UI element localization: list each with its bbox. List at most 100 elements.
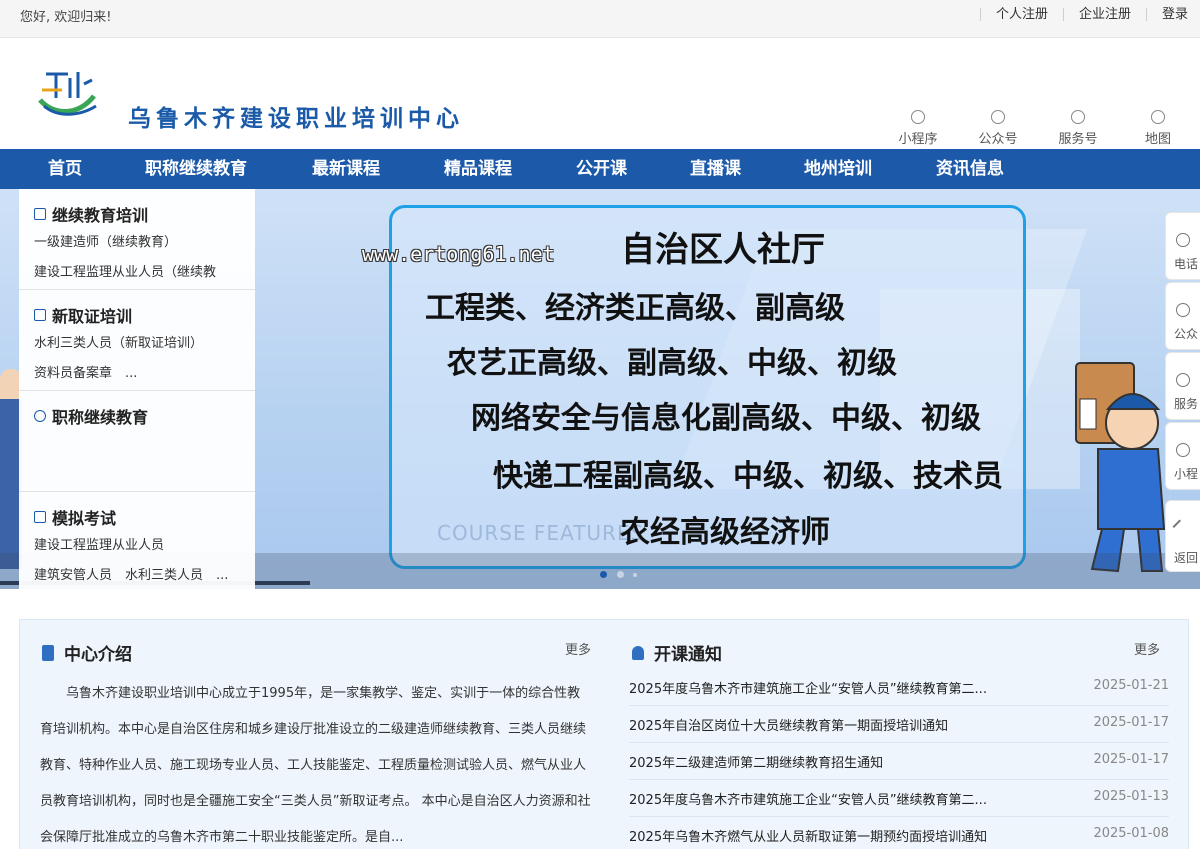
notice-header: 开课通知 bbox=[632, 640, 722, 665]
notice-title: 开课通知 bbox=[654, 645, 722, 665]
clipboard-icon bbox=[34, 511, 46, 523]
banner-line: 工程类、经济类正高级、副高级 bbox=[425, 291, 845, 326]
notice-item[interactable]: 2025年自治区岗位十大员继续教育第一期面授培训通知 2025-01-17 bbox=[629, 706, 1169, 743]
nav-latest-courses[interactable]: 最新课程 bbox=[312, 149, 380, 189]
quick-link-label: 地图 bbox=[1144, 132, 1171, 147]
wechat-service-icon bbox=[1071, 110, 1085, 124]
notice-item-date: 2025-01-13 bbox=[1093, 789, 1169, 804]
notice-item-date: 2025-01-17 bbox=[1093, 715, 1169, 730]
content-section: 中心介绍 更多 乌鲁木齐建设职业培训中心成立于1995年，是一家集教学、鉴定、实… bbox=[19, 619, 1189, 849]
intro-title: 中心介绍 bbox=[64, 645, 132, 665]
side-category-menu: 继续教育培训 一级建造师（继续教育） 建设工程监理从业人员（继续教 新取证培训 … bbox=[19, 189, 255, 593]
personal-register-link[interactable]: 个人注册 bbox=[979, 7, 1063, 21]
account-links: 个人注册 企业注册 登录 bbox=[979, 0, 1200, 28]
nav-home[interactable]: 首页 bbox=[48, 149, 82, 189]
notice-list: 2025年度乌鲁木齐市建筑施工企业“安管人员”继续教育第二... 2025-01… bbox=[629, 669, 1169, 849]
notice-item-date: 2025-01-08 bbox=[1093, 826, 1169, 841]
nav-regional-training[interactable]: 地州培训 bbox=[804, 149, 872, 189]
quick-link-label: 服务号 bbox=[1058, 132, 1098, 147]
intro-more-link[interactable]: 更多 bbox=[565, 639, 591, 658]
top-bar: 您好, 欢迎归来! 个人注册 企业注册 登录 bbox=[0, 0, 1200, 38]
quick-link-service[interactable]: 服务号 bbox=[1048, 110, 1108, 147]
main-nav: 首页 职称继续教育 最新课程 精品课程 公开课 直播课 地州培训 资讯信息 bbox=[0, 149, 1200, 189]
quick-link-mini-program[interactable]: 小程序 bbox=[888, 110, 948, 147]
nav-news[interactable]: 资讯信息 bbox=[936, 149, 1004, 189]
map-pin-icon bbox=[1151, 110, 1165, 124]
notice-item[interactable]: 2025年乌鲁木齐燃气从业人员新取证第一期预约面授培训通知 2025-01-08 bbox=[629, 817, 1169, 849]
notice-item-title[interactable]: 2025年度乌鲁木齐市建筑施工企业“安管人员”继续教育第二... bbox=[629, 678, 1009, 697]
float-service[interactable]: 服务 bbox=[1165, 352, 1200, 420]
nav-title-education[interactable]: 职称继续教育 bbox=[145, 149, 247, 189]
notice-item-title[interactable]: 2025年度乌鲁木齐市建筑施工企业“安管人员”继续教育第二... bbox=[629, 789, 1009, 808]
nav-live-courses[interactable]: 直播课 bbox=[690, 149, 741, 189]
document-icon bbox=[42, 644, 54, 661]
mini-program-icon bbox=[1176, 443, 1190, 457]
banner-line: 自治区人社厅 bbox=[621, 230, 825, 270]
slide-dot[interactable] bbox=[600, 571, 607, 578]
mini-program-icon bbox=[911, 110, 925, 124]
notice-item-title[interactable]: 2025年乌鲁木齐燃气从业人员新取证第一期预约面授培训通知 bbox=[629, 826, 1009, 845]
notice-item[interactable]: 2025年度乌鲁木齐市建筑施工企业“安管人员”继续教育第二... 2025-01… bbox=[629, 669, 1169, 706]
quick-link-label: 公众号 bbox=[978, 132, 1018, 147]
notice-item-date: 2025-01-21 bbox=[1093, 678, 1169, 693]
quick-link-map[interactable]: 地图 bbox=[1128, 110, 1188, 147]
menu-link[interactable]: 一级建造师（继续教育） bbox=[34, 231, 177, 250]
login-link[interactable]: 登录 bbox=[1145, 7, 1200, 21]
wechat-service-icon bbox=[1176, 373, 1190, 387]
notice-item[interactable]: 2025年二级建造师第二期继续教育招生通知 2025-01-17 bbox=[629, 743, 1169, 780]
document-icon bbox=[34, 309, 46, 321]
menu-section-title: 职称继续教育 bbox=[52, 408, 149, 427]
menu-section-title-education: 职称继续教育 bbox=[19, 391, 255, 492]
menu-section-continuing-education: 继续教育培训 一级建造师（继续教育） 建设工程监理从业人员（继续教 bbox=[19, 189, 255, 290]
notice-item-date: 2025-01-17 bbox=[1093, 752, 1169, 767]
menu-section-header[interactable]: 新取证培训 bbox=[34, 303, 132, 327]
url-watermark: www.ertong61.net bbox=[362, 242, 555, 266]
notice-more-link[interactable]: 更多 bbox=[1134, 639, 1160, 658]
courier-illustration bbox=[1075, 362, 1166, 573]
notice-item[interactable]: 2025年度乌鲁木齐市建筑施工企业“安管人员”继续教育第二... 2025-01… bbox=[629, 780, 1169, 817]
site-header: 乌鲁木齐建设职业培训中心 小程序 公众号 服务号 地图 bbox=[0, 38, 1200, 148]
logo[interactable] bbox=[34, 66, 98, 122]
notice-item-title[interactable]: 2025年二级建造师第二期继续教育招生通知 bbox=[629, 752, 1009, 771]
quick-link-label: 小程序 bbox=[898, 132, 938, 147]
nav-premium-courses[interactable]: 精品课程 bbox=[444, 149, 512, 189]
banner-line: 农艺正高级、副高级、中级、初级 bbox=[447, 346, 897, 381]
intro-header: 中心介绍 bbox=[42, 640, 132, 665]
quick-link-wechat[interactable]: 公众号 bbox=[968, 110, 1028, 147]
banner-line: 快递工程副高级、中级、初级、技术员 bbox=[493, 459, 1003, 494]
banner-line: 农经高级经济师 bbox=[620, 515, 830, 550]
float-wechat[interactable]: 公众 bbox=[1165, 282, 1200, 350]
float-label: 小程 bbox=[1174, 467, 1199, 481]
menu-link[interactable]: 水利三类人员（新取证培训） bbox=[34, 332, 203, 351]
menu-section-title: 模拟考试 bbox=[52, 509, 117, 528]
wechat-icon bbox=[991, 110, 1005, 124]
menu-section-header[interactable]: 继续教育培训 bbox=[34, 202, 148, 226]
menu-section-title: 新取证培训 bbox=[52, 307, 133, 326]
float-back-to-top[interactable]: 返回 bbox=[1165, 500, 1200, 572]
menu-section-header[interactable]: 模拟考试 bbox=[34, 505, 116, 529]
banner-line: 网络安全与信息化副高级、中级、初级 bbox=[471, 401, 981, 436]
slide-dot[interactable] bbox=[633, 573, 637, 577]
float-label: 电话 bbox=[1174, 257, 1199, 271]
menu-section-title: 继续教育培训 bbox=[52, 206, 149, 225]
menu-link[interactable]: 资料员备案章 ... bbox=[34, 362, 137, 381]
company-register-link[interactable]: 企业注册 bbox=[1062, 7, 1146, 21]
menu-section-new-certificate: 新取证培训 水利三类人员（新取证培训） 资料员备案章 ... bbox=[19, 290, 255, 391]
floating-contact-bar: 电话 公众 服务 小程 返回 bbox=[1165, 212, 1200, 572]
wechat-icon bbox=[1176, 303, 1190, 317]
menu-link[interactable]: 建设工程监理从业人员 bbox=[34, 534, 164, 553]
nav-open-courses[interactable]: 公开课 bbox=[576, 149, 627, 189]
float-mini-program[interactable]: 小程 bbox=[1165, 422, 1200, 490]
menu-section-mock-exam: 模拟考试 建设工程监理从业人员 建筑安管人员 水利三类人员 ... bbox=[19, 492, 255, 593]
menu-section-header[interactable]: 职称继续教育 bbox=[34, 404, 148, 428]
menu-link[interactable]: 建筑安管人员 水利三类人员 ... bbox=[34, 564, 228, 583]
user-icon bbox=[34, 410, 46, 422]
menu-link[interactable]: 建设工程监理从业人员（继续教 bbox=[34, 261, 216, 280]
notice-item-title[interactable]: 2025年自治区岗位十大员继续教育第一期面授培训通知 bbox=[629, 715, 1009, 734]
slide-dot[interactable] bbox=[617, 571, 624, 578]
banner-watermark-text: COURSE FEATURES bbox=[437, 521, 645, 545]
back-top-icon bbox=[1172, 519, 1190, 537]
site-title: 乌鲁木齐建设职业培训中心 bbox=[128, 105, 464, 132]
float-phone[interactable]: 电话 bbox=[1165, 212, 1200, 280]
phone-icon bbox=[1176, 233, 1190, 247]
